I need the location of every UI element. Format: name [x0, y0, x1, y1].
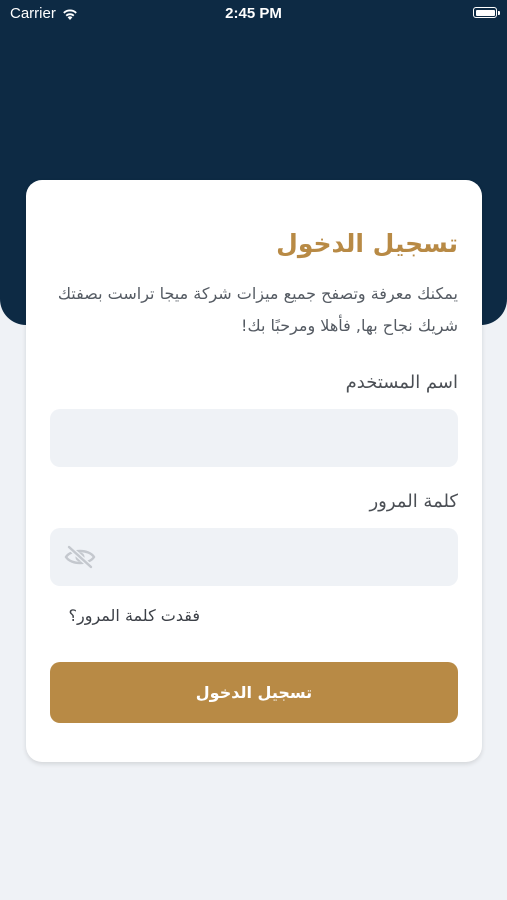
login-button[interactable]: تسجيل الدخول [50, 662, 458, 723]
eye-off-icon [64, 545, 96, 569]
forgot-password-link[interactable]: فقدت كلمة المرور؟ [69, 604, 200, 628]
username-input[interactable] [50, 409, 458, 467]
password-input[interactable] [50, 528, 458, 586]
login-card: تسجيل الدخول يمكنك معرفة وتصفح جميع ميزا… [26, 180, 482, 762]
page-title: تسجيل الدخول [276, 229, 458, 258]
status-time: 2:45 PM [225, 5, 282, 22]
password-visibility-toggle[interactable] [64, 542, 96, 572]
battery-icon [473, 7, 500, 18]
password-label: كلمة المرور [369, 491, 458, 512]
status-bar: Carrier 2:45 PM [0, 0, 507, 28]
login-description: يمكنك معرفة وتصفح جميع ميزات شركة ميجا ت… [57, 284, 458, 335]
username-label: اسم المستخدم [345, 372, 458, 393]
